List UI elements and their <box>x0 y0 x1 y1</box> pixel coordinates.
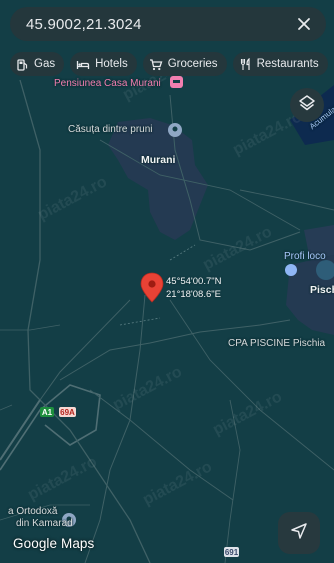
chip-gas[interactable]: Gas <box>10 52 65 76</box>
close-icon[interactable] <box>292 12 316 36</box>
chip-label: Groceries <box>167 58 218 70</box>
fork-knife-icon <box>239 57 252 71</box>
search-query[interactable]: 45.9002,21.3024 <box>26 16 292 33</box>
layers-button[interactable] <box>290 88 324 122</box>
chip-groceries[interactable]: Groceries <box>142 52 227 76</box>
chip-label: Hotels <box>95 58 128 70</box>
place-label-church-line1[interactable]: a Ortodoxă <box>8 506 57 517</box>
search-bar[interactable]: 45.9002,21.3024 <box>10 7 326 41</box>
place-label-cpa-piscine[interactable]: CPA PISCINE Pischia <box>228 338 325 349</box>
pin-coordinates: 45°54'00.7"N 21°18'08.6"E <box>166 275 221 301</box>
google-maps-logo: Google Maps <box>13 536 95 551</box>
road-shield-691: 691 <box>224 547 239 557</box>
my-location-button[interactable] <box>278 512 320 554</box>
layers-icon <box>298 94 316 117</box>
navigation-arrow-icon <box>290 522 308 545</box>
chip-label: Restaurants <box>256 58 319 70</box>
category-chips: Gas Hotels Groceries Restaurants <box>10 52 328 76</box>
shopping-cart-icon <box>149 58 163 71</box>
chip-hotels[interactable]: Hotels <box>70 52 137 76</box>
place-label-church-line2[interactable]: din Kamarad <box>16 518 73 529</box>
place-label-cottage[interactable]: Căsuța dintre pruni <box>68 124 153 135</box>
place-label-pension[interactable]: Pensiunea Casa Murani <box>54 78 161 89</box>
gas-station-icon <box>16 58 29 71</box>
chip-restaurants[interactable]: Restaurants <box>232 52 328 76</box>
chip-label: Gas <box>34 58 56 70</box>
place-label-pischia: Pisch <box>310 284 334 296</box>
road-shield-69a: 69A <box>59 407 76 417</box>
pin-longitude: 21°18'08.6"E <box>166 289 221 300</box>
shop-marker-icon <box>285 264 297 276</box>
road-shield-a1: A1 <box>40 407 54 417</box>
place-label-profi[interactable]: Profi loco <box>284 251 326 262</box>
place-label-village-murani: Murani <box>141 154 176 166</box>
bed-icon <box>76 58 90 71</box>
pin-latitude: 45°54'00.7"N <box>166 276 222 287</box>
map-screen: piata24.ro piata24.ro piata24.ro piata24… <box>0 0 334 563</box>
